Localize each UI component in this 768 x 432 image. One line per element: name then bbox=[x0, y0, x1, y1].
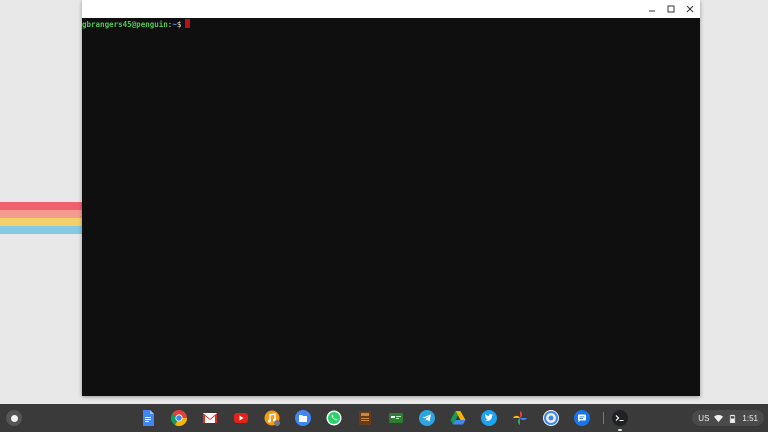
drive-app[interactable] bbox=[448, 408, 468, 428]
gmail-app[interactable] bbox=[200, 408, 220, 428]
close-button[interactable] bbox=[681, 0, 699, 18]
prompt-user-host: gbrangers45@penguin bbox=[82, 20, 168, 29]
photos-app[interactable] bbox=[510, 408, 530, 428]
telegram-icon bbox=[419, 410, 435, 426]
whatsapp-icon bbox=[326, 410, 342, 426]
terminal-game-icon bbox=[389, 413, 403, 423]
wallpaper-stripe-blue bbox=[0, 226, 82, 234]
wallpaper-stripe-yellow bbox=[0, 218, 82, 226]
drive-icon bbox=[450, 411, 466, 425]
chrome-beta-icon bbox=[543, 410, 559, 426]
youtube-app[interactable] bbox=[231, 408, 251, 428]
youtube-icon bbox=[234, 413, 248, 423]
messages-icon bbox=[574, 410, 590, 426]
terminal-content[interactable]: gbrangers45@penguin:~$ bbox=[82, 18, 700, 30]
shelf: US 1:51 bbox=[0, 404, 768, 432]
shelf-divider bbox=[603, 412, 604, 424]
files-app[interactable] bbox=[293, 408, 313, 428]
game-app[interactable] bbox=[386, 408, 406, 428]
whatsapp-app[interactable] bbox=[324, 408, 344, 428]
twitter-app[interactable] bbox=[479, 408, 499, 428]
status-tray[interactable]: US 1:51 bbox=[692, 410, 764, 426]
clock: 1:51 bbox=[742, 413, 758, 423]
photos-icon bbox=[513, 411, 527, 425]
docs-app[interactable] bbox=[138, 408, 158, 428]
desktop: gbrangers45@penguin:~$ US 1:51 bbox=[0, 0, 768, 432]
book-app[interactable] bbox=[355, 408, 375, 428]
chrome-icon bbox=[170, 410, 188, 427]
music-app[interactable] bbox=[262, 408, 282, 428]
launcher-button[interactable] bbox=[6, 410, 22, 426]
terminal-cursor bbox=[185, 19, 191, 28]
close-icon bbox=[686, 5, 694, 13]
terminal-window[interactable]: gbrangers45@penguin:~$ bbox=[82, 0, 700, 396]
battery-icon bbox=[730, 414, 736, 423]
files-icon bbox=[295, 410, 311, 426]
terminal-app[interactable] bbox=[610, 408, 630, 431]
messages-app[interactable] bbox=[572, 408, 592, 428]
twitter-icon bbox=[481, 410, 497, 426]
window-titlebar[interactable] bbox=[82, 0, 700, 18]
maximize-icon bbox=[667, 5, 675, 13]
minimize-icon bbox=[649, 10, 655, 12]
prompt-symbol: $ bbox=[176, 20, 182, 29]
ime-indicator: US bbox=[698, 413, 710, 423]
telegram-app[interactable] bbox=[417, 408, 437, 428]
running-indicator bbox=[618, 429, 622, 431]
shelf-apps bbox=[138, 408, 592, 428]
chrome-beta-app[interactable] bbox=[541, 408, 561, 428]
launcher-icon bbox=[10, 414, 18, 422]
terminal-icon bbox=[612, 410, 628, 426]
wallpaper-stripe-salmon bbox=[0, 210, 82, 218]
docs-icon bbox=[143, 410, 154, 426]
wifi-icon bbox=[714, 414, 724, 422]
music-icon bbox=[264, 410, 280, 426]
wallpaper-stripe-red bbox=[0, 202, 82, 210]
gmail-icon bbox=[203, 413, 217, 423]
book-icon bbox=[359, 411, 371, 425]
minimize-button[interactable] bbox=[643, 0, 661, 18]
chrome-app[interactable] bbox=[169, 408, 189, 428]
maximize-button[interactable] bbox=[662, 0, 680, 18]
